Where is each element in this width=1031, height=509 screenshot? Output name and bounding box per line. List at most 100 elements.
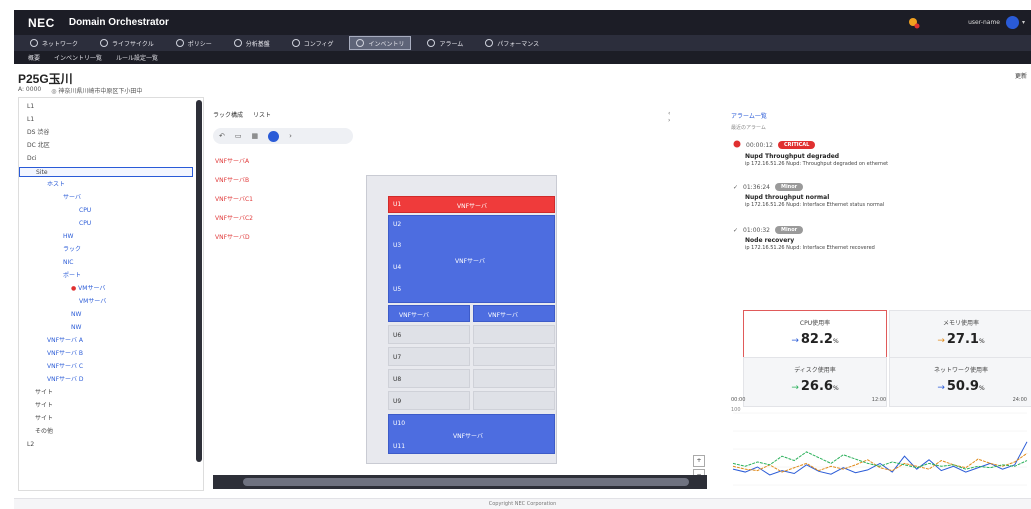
- user-name[interactable]: user-name: [968, 19, 1000, 26]
- grid-icon[interactable]: ▦: [252, 132, 259, 140]
- nav-item-0[interactable]: ネットワーク: [24, 36, 84, 50]
- alarm-item[interactable]: ✓ 01:00:32 Minor Node recovery ip 172.16…: [733, 226, 1023, 251]
- tree-item[interactable]: VNFサーバ B: [19, 349, 193, 359]
- tree-item[interactable]: CPU: [19, 206, 193, 216]
- brand[interactable]: NEC Domain Orchestrator: [28, 16, 169, 30]
- rack-slot-left[interactable]: VNFサーバ: [388, 305, 470, 322]
- alarm-item[interactable]: ✓ 01:36:24 Minor Nupd throughput normal …: [733, 183, 1023, 208]
- metric-value-row: → 26.6%: [744, 379, 886, 394]
- layout-icon[interactable]: ▭: [235, 132, 242, 140]
- rack-view-icon[interactable]: [268, 130, 280, 142]
- metric-card-memory[interactable]: メモリ使用率 → 27.1%: [889, 310, 1031, 360]
- rack-view-panel: ラック構成 リスト ‹ › ↶ ▭ ▦ › VNFサーバA VNFサーバB VNFサ…: [213, 110, 707, 491]
- horizontal-scrollbar[interactable]: [213, 475, 707, 489]
- tree-item[interactable]: ホスト: [19, 180, 193, 190]
- slot-unit-label: U11: [393, 443, 406, 450]
- tab-list[interactable]: リスト: [253, 112, 271, 119]
- rack-slot-alarm[interactable]: U1 VNFサーバ: [388, 196, 555, 213]
- nav-item-6[interactable]: アラーム: [421, 36, 469, 50]
- scrollbar-thumb[interactable]: [243, 478, 689, 486]
- rack-slot-right[interactable]: VNFサーバ: [473, 305, 555, 322]
- tree-item[interactable]: VNFサーバ C: [19, 362, 193, 372]
- nav-item-7[interactable]: パフォーマンス: [479, 36, 545, 50]
- severity-badge: Minor: [774, 183, 804, 191]
- tree-item-label: ホスト: [47, 181, 66, 188]
- tree-item[interactable]: CPU: [19, 219, 193, 229]
- tree-item[interactable]: NW: [19, 310, 193, 320]
- metric-value-row: → 82.2%: [744, 332, 886, 347]
- node-link[interactable]: VNFサーバA: [215, 156, 253, 165]
- subnav-item-overview[interactable]: 概要: [28, 53, 40, 62]
- bell-alert-icon[interactable]: [908, 17, 920, 29]
- node-link[interactable]: VNFサーバC1: [215, 194, 253, 203]
- tree-item[interactable]: ラック: [19, 245, 193, 255]
- tree-item[interactable]: VNFサーバ D: [19, 375, 193, 385]
- rack-slot-empty[interactable]: U6: [388, 325, 470, 344]
- tree-item[interactable]: サーバ: [19, 193, 193, 203]
- tree-item[interactable]: DS 渋谷: [19, 128, 193, 138]
- tree-item-label: VNFサーバ D: [47, 376, 84, 383]
- tree-item[interactable]: L1: [19, 102, 193, 112]
- node-link[interactable]: VNFサーバD: [215, 232, 253, 241]
- rack-slot-empty[interactable]: [473, 369, 555, 388]
- alarm-panel-title[interactable]: アラーム一覧: [731, 111, 767, 120]
- nav-icon: [427, 39, 436, 47]
- subnav-item-inventory-list[interactable]: インベントリ一覧: [54, 53, 102, 62]
- rack-slot-empty[interactable]: U8: [388, 369, 470, 388]
- zoom-in-button[interactable]: +: [693, 455, 705, 467]
- rack-slot-vnf-bottom[interactable]: U10 VNFサーバ U11: [388, 414, 555, 454]
- metric-card-cpu[interactable]: CPU使用率 → 82.2%: [743, 310, 887, 360]
- tree-item[interactable]: その他: [19, 427, 193, 437]
- rack-slot-empty[interactable]: [473, 325, 555, 344]
- tree-item[interactable]: NW: [19, 323, 193, 333]
- nav-icon: [175, 39, 184, 47]
- tree-item[interactable]: サイト: [19, 388, 193, 398]
- tree-item[interactable]: HW: [19, 232, 193, 242]
- performance-chart: 00:00 12:00 24:00 100: [727, 397, 1031, 492]
- tree-item[interactable]: L1: [19, 115, 193, 125]
- tree-item-label: CPU: [79, 220, 92, 227]
- refresh-button[interactable]: 更新: [1015, 71, 1027, 80]
- tree-item-label: DS 渋谷: [27, 129, 50, 136]
- tree-item[interactable]: VNFサーバ A: [19, 336, 193, 346]
- rack-slot-empty[interactable]: U9: [388, 391, 470, 410]
- tree-scrollbar[interactable]: [196, 100, 202, 462]
- rack-slot-empty[interactable]: U7: [388, 347, 470, 366]
- tree-item[interactable]: サイト: [19, 401, 193, 411]
- more-icon[interactable]: ›: [289, 132, 292, 140]
- tree-item[interactable]: Dci: [19, 154, 193, 164]
- nav-item-3[interactable]: 分析基盤: [228, 36, 276, 50]
- tree-item[interactable]: ● VMサーバ: [19, 284, 193, 294]
- nav-icon: [100, 39, 109, 47]
- tree-item[interactable]: サイト: [19, 414, 193, 424]
- subnav-item-rule-list[interactable]: ルール設定一覧: [116, 53, 158, 62]
- tab-rack[interactable]: ラック構成: [213, 112, 243, 119]
- tree-item-label: サイト: [35, 402, 54, 409]
- tree-item[interactable]: VMサーバ: [19, 297, 193, 307]
- nav-item-1[interactable]: ライフサイクル: [94, 36, 160, 50]
- tree-item[interactable]: DC 北区: [19, 141, 193, 151]
- chart-svg: [732, 412, 1028, 486]
- tree-item[interactable]: Site: [19, 167, 193, 177]
- alarm-item[interactable]: 00:00:12 CRITICAL Nupd Throughput degrad…: [733, 140, 1023, 167]
- rack-slot-empty[interactable]: [473, 391, 555, 410]
- tree-item-label: NW: [71, 324, 82, 331]
- tree-item-label: VMサーバ: [78, 285, 106, 292]
- chevron-down-icon[interactable]: ▾: [1022, 19, 1025, 26]
- tree-item[interactable]: NIC: [19, 258, 193, 268]
- pager-arrows[interactable]: ‹ ›: [668, 110, 670, 124]
- metric-value-row: → 50.9%: [890, 379, 1031, 394]
- tree-item[interactable]: L2: [19, 440, 193, 450]
- nav-icon: [233, 39, 242, 47]
- nav-item-4[interactable]: コンフィグ: [286, 36, 340, 50]
- tree-item[interactable]: ポート: [19, 271, 193, 281]
- node-link[interactable]: VNFサーバB: [215, 175, 253, 184]
- rack-slot-vnf[interactable]: U2 U3 VNFサーバ U4 U5: [388, 215, 555, 303]
- rack-slot-empty[interactable]: [473, 347, 555, 366]
- avatar[interactable]: [1005, 16, 1019, 29]
- alarm-detail: ip 172.16.51.26 Nupd: Throughput degrade…: [745, 161, 889, 167]
- nav-item-2[interactable]: ポリシー: [170, 36, 218, 50]
- nav-item-5[interactable]: インベントリ: [349, 36, 412, 50]
- node-link[interactable]: VNFサーバC2: [215, 213, 253, 222]
- back-icon[interactable]: ↶: [219, 132, 225, 140]
